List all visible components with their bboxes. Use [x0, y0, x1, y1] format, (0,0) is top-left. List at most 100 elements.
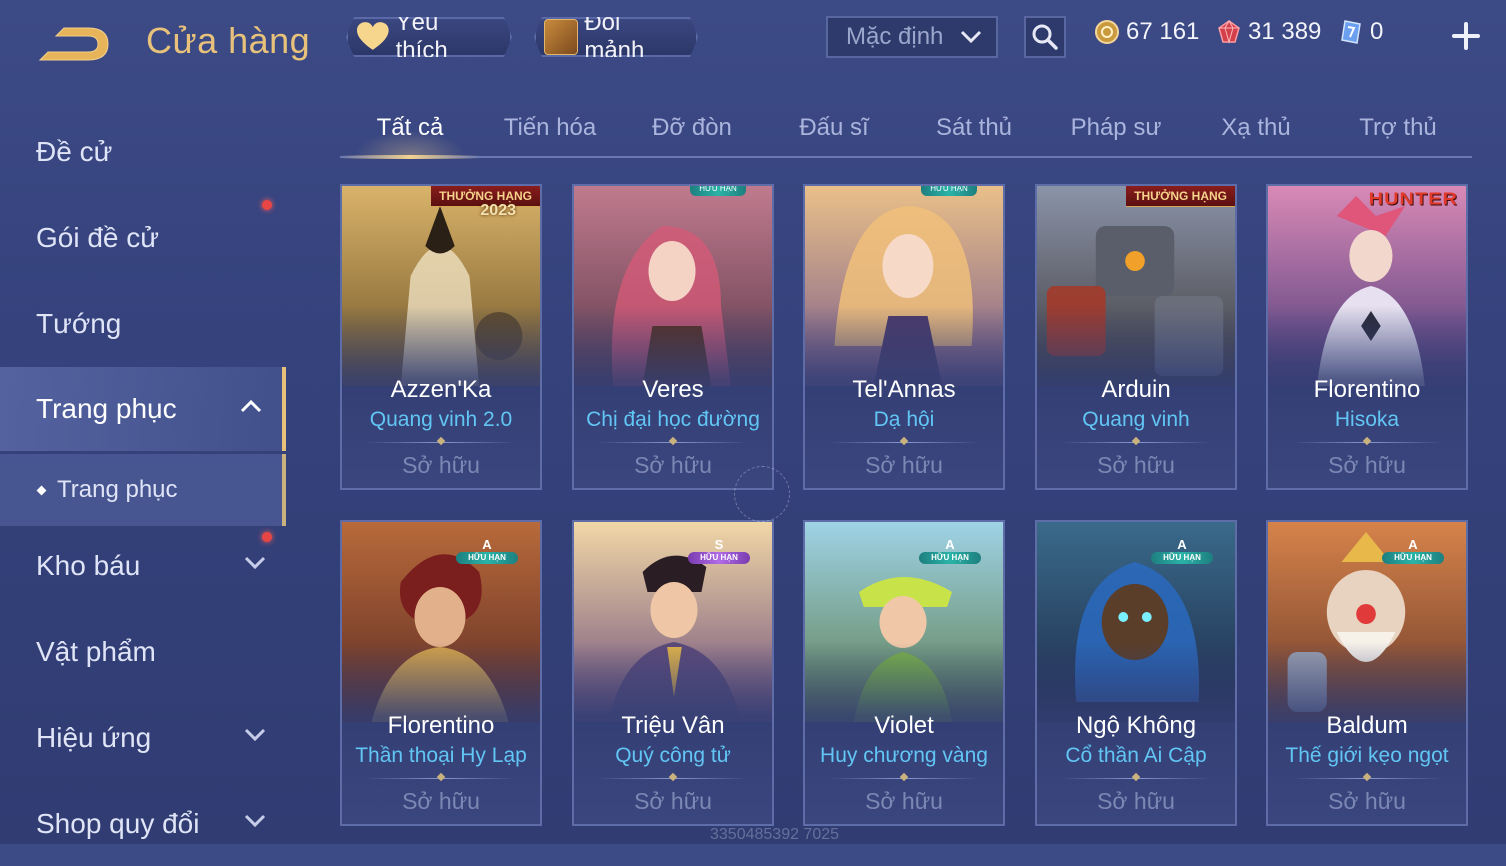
skin-card[interactable]: A HỮU HẠN Violet Huy chương vàng Sở hữu: [803, 520, 1005, 826]
tab-assassin[interactable]: Sát thủ: [904, 100, 1044, 156]
owned-status: Sở hữu: [1328, 452, 1406, 478]
ribbon-year: 2023: [480, 202, 516, 219]
tab-marksman[interactable]: Xạ thủ: [1186, 100, 1326, 156]
tier-badge: A HỮU HẠN: [919, 538, 981, 568]
skin-name: Quý công tử: [615, 744, 731, 767]
card-divider: [366, 778, 516, 779]
sidebar-item-exchange-shop[interactable]: Shop quy đổi: [0, 782, 286, 866]
skin-name: Thế giới kẹo ngọt: [1285, 744, 1449, 767]
gold-coin-icon: [1095, 20, 1119, 44]
tier-letter: A: [945, 537, 955, 552]
skin-name: Cổ thần Ai Cập: [1065, 744, 1207, 767]
skin-card[interactable]: A HỮU HẠN Ngộ Không Cổ thần Ai Cập Sở hữ…: [1035, 520, 1237, 826]
skin-name: Thần thoại Hy Lạp: [355, 744, 527, 767]
skin-card[interactable]: A HỮU HẠN Florentino Thần thoại Hy Lạp S…: [340, 520, 542, 826]
back-arrow-icon[interactable]: [36, 22, 116, 66]
exchange-label: Đổi mảnh: [584, 9, 645, 64]
tier-letter: A: [1177, 537, 1187, 552]
exchange-shards-button[interactable]: Đổi mảnh: [534, 17, 698, 57]
chevron-down-icon: [244, 814, 266, 828]
favorites-label: Yêu thích: [395, 9, 448, 64]
hero-name: Tel'Annas: [852, 376, 956, 403]
tier-limited-label: HỮU HẠN: [919, 552, 981, 564]
owned-status: Sở hữu: [1097, 452, 1175, 478]
hero-name: Florentino: [1313, 376, 1421, 403]
sort-value: Mặc định: [846, 23, 944, 50]
role-filter-tabs: Tất cả Tiến hóa Đỡ đòn Đấu sĩ Sát thủ Ph…: [340, 100, 1472, 159]
skin-name: Quang vinh: [1082, 408, 1190, 431]
blue-ticket-icon: [1341, 20, 1361, 44]
tab-fighter[interactable]: Đấu sĩ: [764, 100, 904, 156]
treasure-chest-icon: [544, 19, 578, 55]
sidebar-item-skins[interactable]: Trang phục: [0, 367, 286, 451]
tab-tank[interactable]: Đỡ đòn: [622, 100, 762, 156]
skin-card[interactable]: HUNTER Florentino Hisoka Sở hữu: [1266, 184, 1468, 490]
sidebar-item-label: Tướng: [36, 308, 122, 339]
ruby-amount: 31 389: [1248, 18, 1322, 45]
add-currency-button[interactable]: [1450, 20, 1482, 52]
skin-name: Huy chương vàng: [820, 744, 988, 767]
chevron-down-icon: [960, 30, 982, 44]
sidebar-item-effects[interactable]: Hiệu ứng: [0, 696, 286, 780]
owned-status: Sở hữu: [634, 788, 712, 814]
gold-currency: 67 161: [1094, 18, 1199, 46]
owned-status: Sở hữu: [1328, 788, 1406, 814]
sidebar-subitem-skins[interactable]: Trang phục: [0, 454, 286, 526]
card-divider: [598, 778, 748, 779]
card-divider: [1292, 778, 1442, 779]
plus-icon: [1452, 22, 1480, 50]
page-title: Cửa hàng: [146, 20, 311, 61]
sidebar: Đề cử Gói đề cử Tướng Trang phục Trang p…: [0, 100, 290, 844]
card-divider: [829, 778, 979, 779]
skin-card[interactable]: HỮU HẠN Veres Chị đại học đường Sở hữu: [572, 184, 774, 490]
top-bar: Cửa hàng Yêu thích Đổi mảnh Mặc định 67 …: [0, 0, 1506, 80]
ruby-currency: 31 389: [1216, 18, 1321, 46]
sidebar-item-recommended-bundles[interactable]: Gói đề cử: [0, 196, 286, 280]
sidebar-item-recommended[interactable]: Đề cử: [0, 110, 286, 194]
skin-name: Dạ hội: [873, 408, 935, 431]
tier-limited-label: HỮU HẠN: [1151, 552, 1213, 564]
tier-limited-label: HỮU HẠN: [1382, 552, 1444, 564]
sidebar-item-label: Đề cử: [36, 136, 113, 167]
premium-ribbon: THƯỞNG HẠNG: [1126, 186, 1235, 207]
hero-name: Violet: [874, 712, 934, 739]
hero-name: Veres: [642, 376, 704, 403]
tier-badge: A HỮU HẠN: [1151, 538, 1213, 568]
owned-status: Sở hữu: [1097, 788, 1175, 814]
bullet-diamond-icon: [36, 485, 47, 495]
tab-all[interactable]: Tất cả: [340, 100, 480, 159]
skin-name: Quang vinh 2.0: [369, 408, 513, 431]
sidebar-item-heroes[interactable]: Tướng: [0, 282, 286, 366]
skin-card[interactable]: A HỮU HẠN Baldum Thế giới kẹo ngọt Sở hữ…: [1266, 520, 1468, 826]
chevron-up-icon: [240, 399, 262, 413]
hero-name: Ngộ Không: [1075, 712, 1197, 739]
skin-card[interactable]: S HỮU HẠN Triệu Vân Quý công tử Sở hữu: [572, 520, 774, 826]
search-button[interactable]: [1024, 16, 1066, 58]
tier-badge: A HỮU HẠN: [1382, 538, 1444, 568]
chevron-down-icon: [244, 728, 266, 742]
tab-evolution[interactable]: Tiến hóa: [480, 100, 620, 156]
hero-name: Azzen'Ka: [390, 376, 492, 403]
tier-badge: A HỮU HẠN: [456, 538, 518, 568]
hero-name: Triệu Vân: [621, 712, 725, 739]
sidebar-item-items[interactable]: Vật phẩm: [0, 610, 286, 694]
tab-mage[interactable]: Pháp sư: [1046, 100, 1186, 156]
sidebar-item-label: Hiệu ứng: [36, 722, 152, 753]
touch-indicator: [734, 466, 790, 522]
hunter-logo: HUNTER: [1368, 189, 1458, 209]
card-divider: [1292, 442, 1442, 443]
favorites-button[interactable]: Yêu thích: [346, 17, 512, 57]
skin-card[interactable]: THƯỞNG HẠNG 2023 Azzen'Ka Quang vinh 2.0…: [340, 184, 542, 490]
card-divider: [829, 442, 979, 443]
sidebar-item-label: Vật phẩm: [36, 636, 156, 667]
hero-name: Florentino: [387, 712, 495, 739]
limited-badge: HỮU HẠN: [921, 186, 977, 196]
tab-support[interactable]: Trợ thủ: [1328, 100, 1468, 156]
skin-card[interactable]: THƯỞNG HẠNG Arduin Quang vinh Sở hữu: [1035, 184, 1237, 490]
tier-limited-label: HỮU HẠN: [456, 552, 518, 564]
sort-dropdown[interactable]: Mặc định: [826, 16, 998, 58]
skin-card[interactable]: HỮU HẠN Tel'Annas Dạ hội Sở hữu: [803, 184, 1005, 490]
owned-status: Sở hữu: [865, 452, 943, 478]
tier-letter: A: [1408, 537, 1418, 552]
sidebar-item-treasure[interactable]: Kho báu: [0, 524, 286, 608]
